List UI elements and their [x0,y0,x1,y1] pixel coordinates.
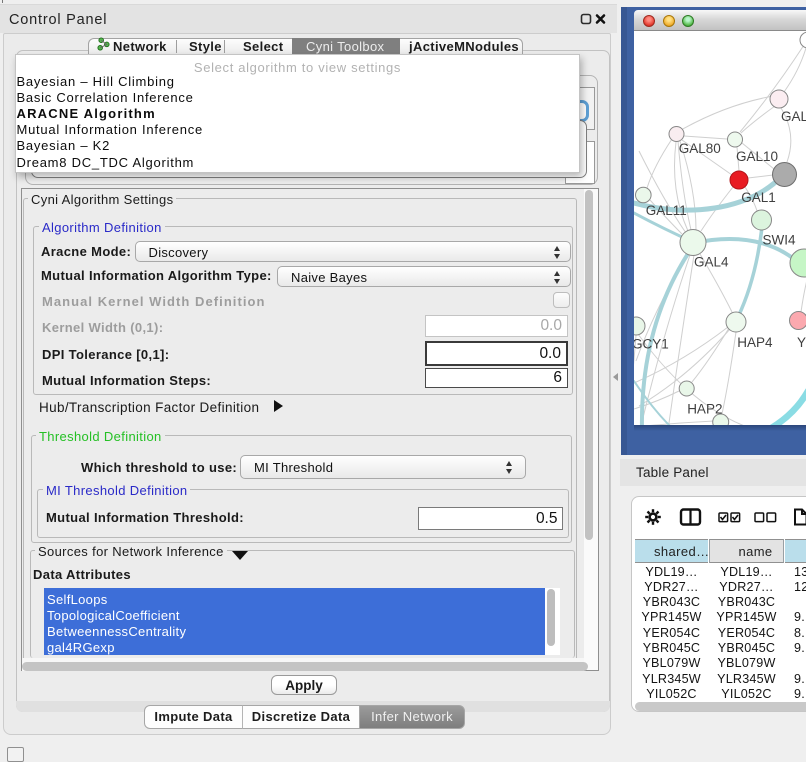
svg-text:GAL11: GAL11 [646,203,687,218]
svg-text:HAP2: HAP2 [687,402,722,417]
svg-text:HAP4: HAP4 [737,335,773,350]
svg-text:GCY1: GCY1 [634,337,669,352]
svg-text:GAL4: GAL4 [694,255,729,270]
svg-text:GAL10: GAL10 [736,149,778,164]
svg-text:Y: Y [797,335,806,350]
svg-text:SWI4: SWI4 [763,233,796,248]
svg-text:GAL1: GAL1 [741,190,776,205]
svg-text:GAL7: GAL7 [781,109,806,124]
svg-text:GAL80: GAL80 [679,141,721,156]
